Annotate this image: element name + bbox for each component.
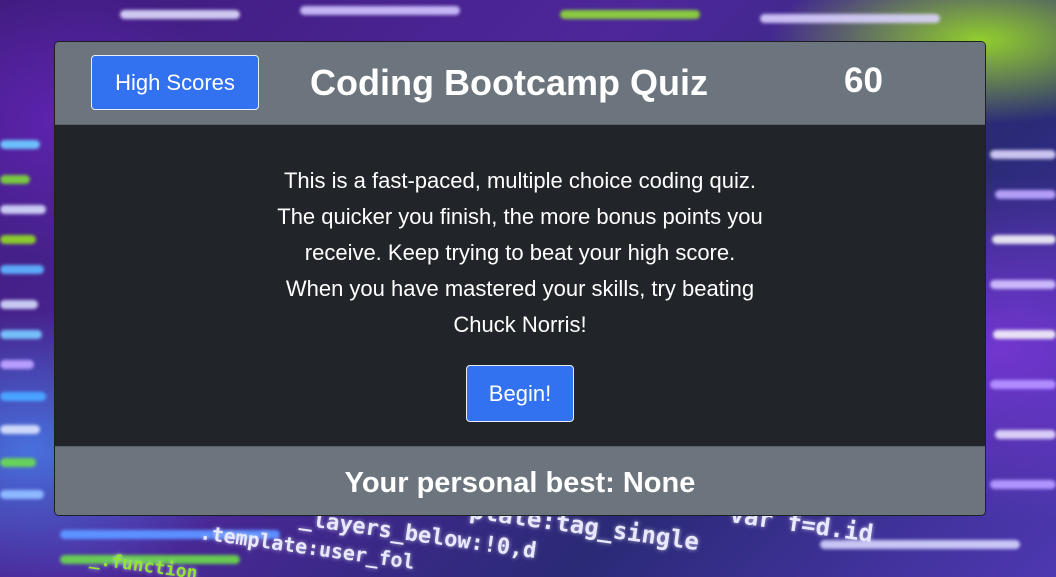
quiz-footer: Your personal best: None xyxy=(55,446,985,515)
page-title: Coding Bootcamp Quiz xyxy=(310,62,708,103)
code-fragment: _.function xyxy=(88,548,199,577)
intro-line: When you have mastered your skills, try … xyxy=(285,276,755,301)
quiz-header: High Scores Coding Bootcamp Quiz 60 xyxy=(55,42,985,125)
intro-text: This is a fast-paced, multiple choice co… xyxy=(250,163,790,343)
intro-line: This is a fast-paced, multiple choice co… xyxy=(283,168,756,193)
intro-line: Chuck Norris! xyxy=(453,312,587,337)
quiz-card: High Scores Coding Bootcamp Quiz 60 This… xyxy=(54,41,986,516)
timer-display: 60 xyxy=(844,61,883,100)
intro-line: receive. Keep trying to beat your high s… xyxy=(304,240,736,265)
quiz-body: This is a fast-paced, multiple choice co… xyxy=(55,125,985,446)
begin-button[interactable]: Begin! xyxy=(466,365,574,422)
intro-line: The quicker you finish, the more bonus p… xyxy=(277,204,763,229)
high-scores-button[interactable]: High Scores xyxy=(91,55,259,110)
personal-best-text: Your personal best: None xyxy=(344,467,696,499)
